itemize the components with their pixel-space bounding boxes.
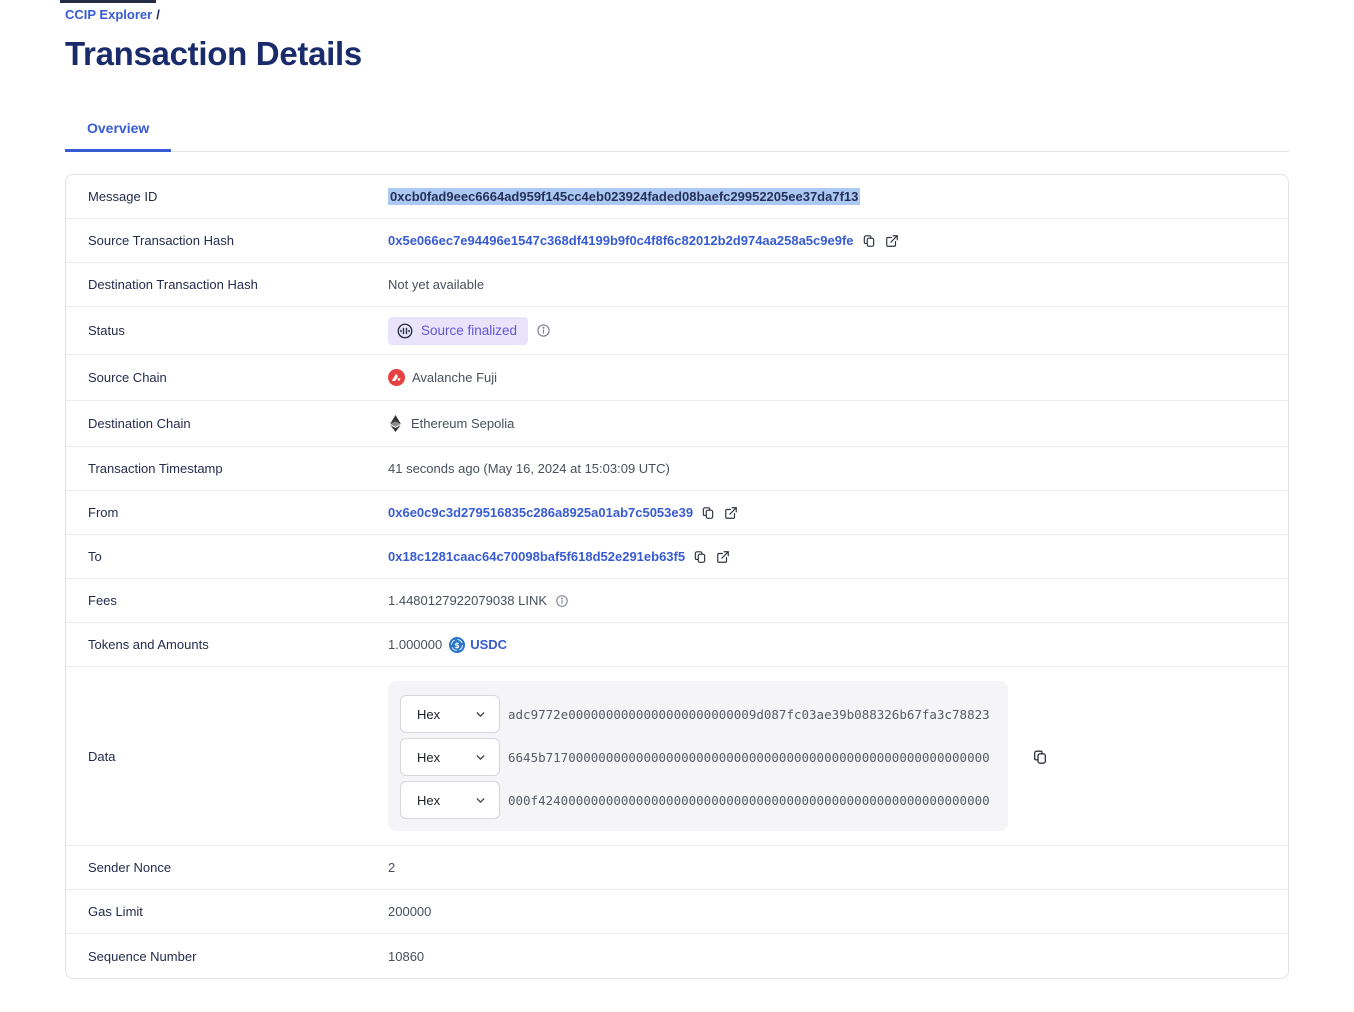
row-status: Status Source finalized	[66, 307, 1288, 355]
hex-select-label: Hex	[417, 793, 440, 808]
field-label: Message ID	[66, 189, 388, 204]
row-source-chain: Source Chain Avalanche Fuji	[66, 355, 1288, 401]
chevron-down-icon	[474, 794, 487, 807]
field-label: Source Transaction Hash	[66, 233, 388, 248]
source-chain-name: Avalanche Fuji	[412, 370, 497, 385]
row-data: Data Hex adc9772e00000000000000000000000…	[66, 667, 1288, 846]
dest-tx-hash-value: Not yet available	[388, 277, 484, 292]
copy-icon[interactable]	[692, 549, 708, 564]
field-label: Source Chain	[66, 370, 388, 385]
data-hex-value: adc9772e0000000000000000000000009d087fc0…	[508, 707, 990, 722]
hex-format-select[interactable]: Hex	[400, 738, 500, 776]
token-symbol: USDC	[470, 637, 507, 652]
copy-icon[interactable]	[700, 505, 716, 520]
field-label: Gas Limit	[66, 904, 388, 919]
from-address-link[interactable]: 0x6e0c9c3d279516835c286a8925a01ab7c5053e…	[388, 505, 693, 520]
data-hex-box: Hex adc9772e0000000000000000000000009d08…	[388, 681, 1008, 831]
token-amount: 1.000000	[388, 637, 442, 652]
status-badge: Source finalized	[388, 317, 528, 345]
row-tokens-amounts: Tokens and Amounts 1.000000 $ USDC	[66, 623, 1288, 667]
data-hex-value: 6645b71700000000000000000000000000000000…	[508, 750, 990, 765]
info-icon[interactable]	[535, 323, 552, 338]
field-label: Fees	[66, 593, 388, 608]
data-line: Hex 6645b7170000000000000000000000000000…	[400, 738, 996, 776]
svg-text:$: $	[455, 640, 460, 649]
data-hex-value: 000f424000000000000000000000000000000000…	[508, 793, 990, 808]
usdc-icon: $	[449, 637, 465, 653]
gas-limit-value: 200000	[388, 904, 431, 919]
fees-value: 1.4480127922079038 LINK	[388, 593, 547, 608]
row-sequence-number: Sequence Number 10860	[66, 934, 1288, 978]
field-label: Data	[66, 749, 388, 764]
transaction-details-page: CCIP Explorer / Transaction Details Overv…	[0, 0, 1354, 979]
message-id-value: 0xcb0fad9eec6664ad959f145cc4eb023924fade…	[388, 188, 860, 205]
row-sender-nonce: Sender Nonce 2	[66, 846, 1288, 890]
sequence-number-value: 10860	[388, 949, 424, 964]
field-label: To	[66, 549, 388, 564]
to-address-link[interactable]: 0x18c1281caac64c70098baf5f618d52e291eb63…	[388, 549, 685, 564]
field-label: Status	[66, 323, 388, 338]
clipped-header-fragment	[60, 0, 156, 3]
row-message-id: Message ID 0xcb0fad9eec6664ad959f145cc4e…	[66, 175, 1288, 219]
field-label: From	[66, 505, 388, 520]
hex-format-select[interactable]: Hex	[400, 781, 500, 819]
field-label: Destination Transaction Hash	[66, 277, 388, 292]
hex-select-label: Hex	[417, 750, 440, 765]
data-line: Hex 000f42400000000000000000000000000000…	[400, 781, 996, 819]
dest-chain-name: Ethereum Sepolia	[411, 416, 514, 431]
external-link-icon[interactable]	[723, 506, 739, 520]
row-source-tx-hash: Source Transaction Hash 0x5e066ec7e94496…	[66, 219, 1288, 263]
source-tx-hash-link[interactable]: 0x5e066ec7e94496e1547c368df4199b9f0c4f8f…	[388, 233, 854, 248]
row-dest-chain: Destination Chain Ethereum Sepolia	[66, 401, 1288, 447]
field-label: Destination Chain	[66, 416, 388, 431]
row-to: To 0x18c1281caac64c70098baf5f618d52e291e…	[66, 535, 1288, 579]
status-badge-label: Source finalized	[421, 323, 517, 338]
field-label: Sequence Number	[66, 949, 388, 964]
copy-icon[interactable]	[1031, 748, 1049, 765]
field-label: Transaction Timestamp	[66, 461, 388, 476]
avalanche-fuji-icon	[388, 369, 405, 386]
tab-bar: Overview	[65, 110, 1289, 152]
row-gas-limit: Gas Limit 200000	[66, 890, 1288, 934]
breadcrumb-ccip-explorer-link[interactable]: CCIP Explorer	[65, 7, 152, 22]
copy-icon[interactable]	[861, 233, 877, 248]
usdc-token-link[interactable]: $ USDC	[449, 637, 507, 653]
field-label: Sender Nonce	[66, 860, 388, 875]
hex-select-label: Hex	[417, 707, 440, 722]
data-line: Hex adc9772e0000000000000000000000009d08…	[400, 695, 996, 733]
row-timestamp: Transaction Timestamp 41 seconds ago (Ma…	[66, 447, 1288, 491]
info-icon[interactable]	[554, 594, 570, 608]
breadcrumb: CCIP Explorer /	[65, 0, 1289, 22]
external-link-icon[interactable]	[715, 550, 731, 564]
hex-format-select[interactable]: Hex	[400, 695, 500, 733]
breadcrumb-separator: /	[156, 7, 160, 22]
field-label: Tokens and Amounts	[66, 637, 388, 652]
row-dest-tx-hash: Destination Transaction Hash Not yet ava…	[66, 263, 1288, 307]
row-from: From 0x6e0c9c3d279516835c286a8925a01ab7c…	[66, 491, 1288, 535]
tab-overview[interactable]: Overview	[65, 110, 171, 152]
chevron-down-icon	[474, 708, 487, 721]
row-fees: Fees 1.4480127922079038 LINK	[66, 579, 1288, 623]
transaction-details-card: Message ID 0xcb0fad9eec6664ad959f145cc4e…	[65, 174, 1289, 979]
ethereum-icon	[390, 415, 401, 432]
chevron-down-icon	[474, 751, 487, 764]
external-link-icon[interactable]	[884, 234, 900, 248]
sender-nonce-value: 2	[388, 860, 395, 875]
finality-status-icon	[396, 322, 414, 340]
timestamp-value: 41 seconds ago (May 16, 2024 at 15:03:09…	[388, 461, 670, 476]
page-title: Transaction Details	[65, 35, 1289, 73]
